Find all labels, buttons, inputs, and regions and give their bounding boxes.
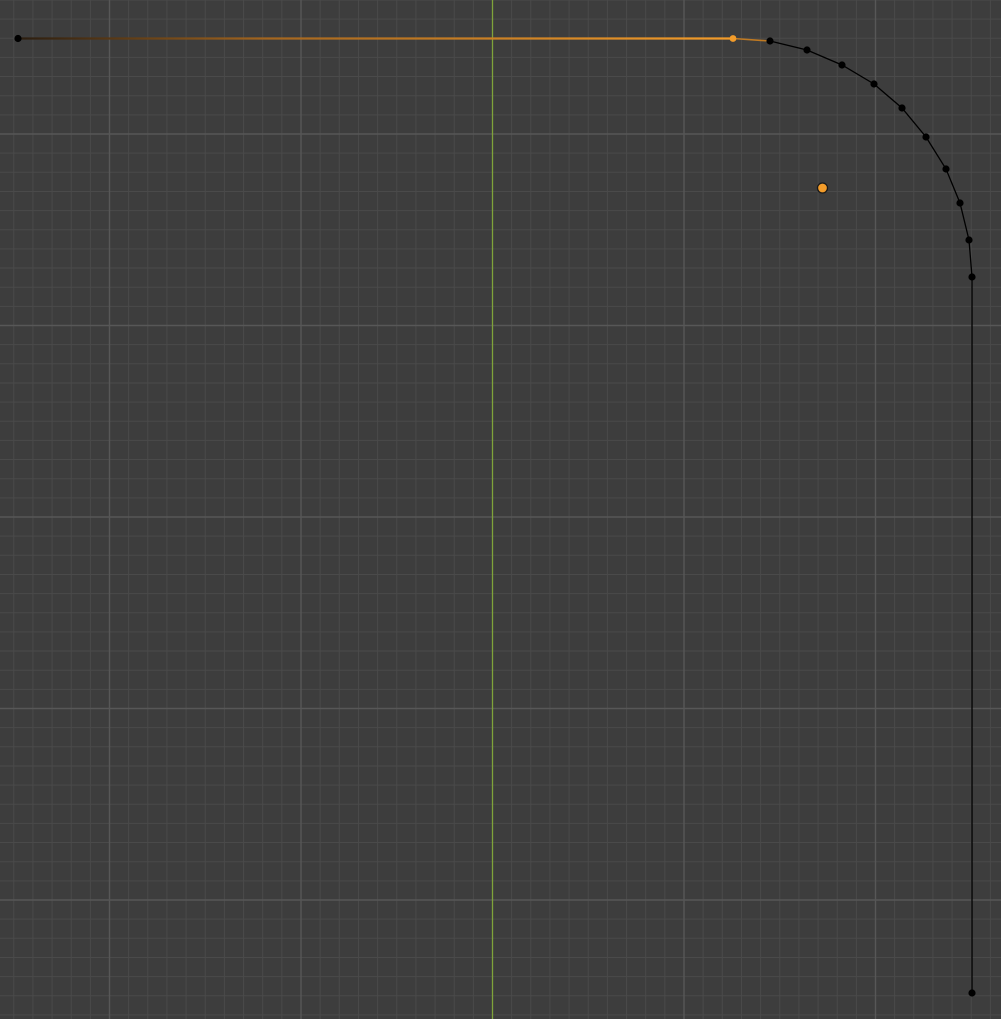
vertex[interactable] <box>766 37 774 45</box>
edge[interactable] <box>732 37 771 42</box>
vertex[interactable] <box>14 34 22 43</box>
object-origin-marker[interactable] <box>816 182 829 194</box>
vertex[interactable] <box>942 165 950 173</box>
vertex[interactable] <box>803 46 811 54</box>
vertex[interactable] <box>898 104 906 112</box>
vertex[interactable] <box>956 199 964 207</box>
3d-viewport[interactable] <box>0 0 1001 1019</box>
vertex[interactable] <box>870 80 878 88</box>
vertex[interactable] <box>968 273 976 281</box>
vertex[interactable] <box>968 989 976 997</box>
viewport-canvas[interactable] <box>0 0 1001 1019</box>
vertex[interactable] <box>922 133 930 141</box>
grid-minor-lines <box>0 0 1001 1019</box>
vertex[interactable] <box>965 236 973 244</box>
vertices[interactable] <box>14 34 976 997</box>
vertex[interactable] <box>838 61 846 69</box>
active-vertex[interactable] <box>729 35 737 42</box>
